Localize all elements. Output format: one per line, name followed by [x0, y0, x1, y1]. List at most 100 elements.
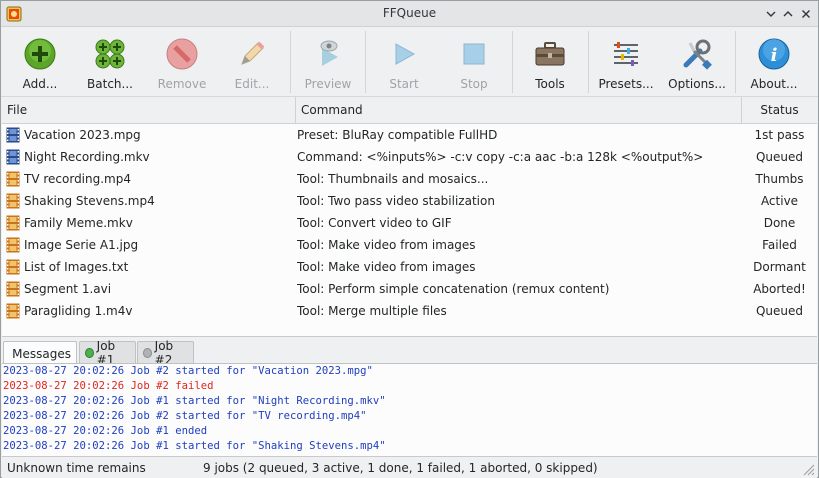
- log-line: 2023-08-27 20:02:26 Job #1 started for "…: [3, 440, 386, 452]
- remove-button[interactable]: Remove: [151, 27, 213, 97]
- file-cell: Segment 1.avi: [24, 282, 112, 296]
- table-row[interactable]: Segment 1.avi Tool: Perform simple concat…: [2, 278, 817, 300]
- toolbar-separator: [512, 31, 513, 93]
- file-cell: Family Meme.mkv: [24, 216, 133, 230]
- table-row[interactable]: TV recording.mp4 Tool: Thumbnails and mos…: [2, 168, 817, 190]
- film-orange-icon: [6, 281, 20, 297]
- film-orange-icon: [6, 237, 20, 253]
- status-bar: Unknown time remains 9 jobs (2 queued, 3…: [2, 457, 817, 478]
- tab-messages-label: Messages: [12, 346, 71, 361]
- status-cell: Queued: [755, 150, 804, 164]
- table-row[interactable]: Family Meme.mkv Tool: Convert video to GI…: [2, 212, 817, 234]
- log-line: 2023-08-27 20:02:26 Job #2 started for "…: [3, 410, 367, 422]
- status-cell: Thumbs: [755, 172, 804, 186]
- tab-messages[interactable]: Messages: [3, 341, 77, 365]
- toolbar-separator: [365, 31, 366, 93]
- table-row[interactable]: Night Recording.mkv Command: <%inputs%> -…: [2, 146, 817, 168]
- maximize-button[interactable]: [779, 5, 797, 23]
- options-label: Options...: [668, 77, 726, 91]
- about-button[interactable]: i About...: [743, 27, 805, 97]
- options-button[interactable]: Options...: [665, 27, 729, 97]
- file-cell: Shaking Stevens.mp4: [24, 194, 155, 208]
- window-title: FFQueue: [382, 6, 437, 20]
- table-header: File Command Status: [2, 97, 817, 124]
- add-button[interactable]: Add...: [9, 27, 71, 97]
- film-orange-icon: [6, 193, 20, 209]
- toolbar-separator: [290, 31, 291, 93]
- info-icon: i: [757, 37, 791, 71]
- about-label: About...: [750, 77, 798, 91]
- file-cell: Vacation 2023.mpg: [24, 128, 141, 142]
- close-button[interactable]: [797, 5, 815, 23]
- start-label: Start: [389, 77, 419, 91]
- close-icon: [802, 10, 810, 18]
- table-row[interactable]: Paragliding 1.m4v Tool: Merge multiple fi…: [2, 300, 817, 322]
- file-cell: Image Serie A1.jpg: [24, 238, 139, 252]
- film-orange-icon: [6, 215, 20, 231]
- command-cell: Tool: Make video from images: [297, 238, 476, 252]
- status-cell: Done: [763, 216, 796, 230]
- tools-label: Tools: [535, 77, 565, 91]
- pencil-icon: [235, 37, 269, 71]
- status-cell: Failed: [762, 238, 797, 252]
- title-bar[interactable]: FFQueue: [1, 1, 818, 27]
- command-cell: Tool: Perform simple concatenation (remu…: [297, 282, 610, 296]
- tab-job-1[interactable]: Job #1: [79, 339, 136, 367]
- command-cell: Tool: Convert video to GIF: [297, 216, 452, 230]
- film-blue-icon: [6, 127, 20, 143]
- job-table[interactable]: File Command Status Vacation 2023.mpg Pre…: [2, 97, 817, 337]
- add-label: Add...: [22, 77, 58, 91]
- batch-button[interactable]: Batch...: [79, 27, 141, 97]
- film-blue-icon: [6, 149, 20, 165]
- stop-button[interactable]: Stop: [443, 27, 505, 97]
- ffqueue-window: FFQueue Add... Batch... Remove Edit... P…: [0, 0, 819, 478]
- job-summary: 9 jobs (2 queued, 3 active, 1 done, 1 fa…: [203, 461, 598, 475]
- status-cell: Active: [760, 194, 799, 208]
- batch-add-icon: [93, 37, 127, 71]
- header-command[interactable]: Command: [296, 97, 741, 124]
- green-dot-icon: [85, 348, 94, 358]
- table-row[interactable]: Vacation 2023.mpg Preset: BluRay compatib…: [2, 124, 817, 146]
- stop-label: Stop: [460, 77, 488, 91]
- command-cell: Tool: Thumbnails and mosaics...: [297, 172, 489, 186]
- preview-label: Preview: [304, 77, 352, 91]
- log-line: 2023-08-27 20:02:26 Job #2 failed: [3, 380, 214, 392]
- command-cell: Tool: Merge multiple files: [297, 304, 447, 318]
- message-log[interactable]: 2023-08-27 20:02:26 Job #2 started for "…: [2, 363, 817, 457]
- chevron-down-icon: [766, 11, 776, 17]
- resize-grip-icon[interactable]: [801, 462, 815, 476]
- film-orange-icon: [6, 303, 20, 319]
- command-cell: Command: <%inputs%> -c:v copy -c:a aac -…: [297, 150, 704, 164]
- header-status[interactable]: Status: [742, 97, 817, 124]
- main-toolbar: Add... Batch... Remove Edit... Preview S…: [1, 27, 818, 97]
- output-tabs: Messages Job #1 Job #2: [2, 339, 817, 367]
- preview-button[interactable]: Preview: [297, 27, 359, 97]
- toolbar-separator: [588, 31, 589, 93]
- table-row[interactable]: Image Serie A1.jpg Tool: Make video from …: [2, 234, 817, 256]
- add-plus-icon: [23, 37, 57, 71]
- time-remaining: Unknown time remains: [7, 461, 146, 475]
- film-orange-icon: [6, 259, 20, 275]
- command-cell: Tool: Two pass video stabilization: [297, 194, 495, 208]
- grey-dot-icon: [143, 348, 152, 358]
- log-line: 2023-08-27 20:02:26 Job #1 ended: [3, 425, 208, 437]
- tools-button[interactable]: Tools: [519, 27, 581, 97]
- table-row[interactable]: Shaking Stevens.mp4 Tool: Two pass video …: [2, 190, 817, 212]
- edit-button[interactable]: Edit...: [221, 27, 283, 97]
- file-cell: List of Images.txt: [24, 260, 129, 274]
- start-button[interactable]: Start: [373, 27, 435, 97]
- remove-icon: [165, 37, 199, 71]
- minimize-button[interactable]: [762, 5, 780, 23]
- chevron-up-icon: [783, 11, 793, 17]
- command-cell: Preset: BluRay compatible FullHD: [297, 128, 498, 142]
- header-file[interactable]: File: [2, 97, 295, 124]
- tab-job-2[interactable]: Job #2: [137, 339, 194, 367]
- log-line: 2023-08-27 20:02:26 Job #1 started for "…: [3, 395, 386, 407]
- svg-text:i: i: [771, 45, 778, 66]
- film-orange-icon: [6, 171, 20, 187]
- file-cell: TV recording.mp4: [24, 172, 131, 186]
- table-row[interactable]: List of Images.txt Tool: Make video from …: [2, 256, 817, 278]
- edit-label: Edit...: [234, 77, 270, 91]
- sliders-icon: [609, 37, 643, 71]
- presets-button[interactable]: Presets...: [595, 27, 657, 97]
